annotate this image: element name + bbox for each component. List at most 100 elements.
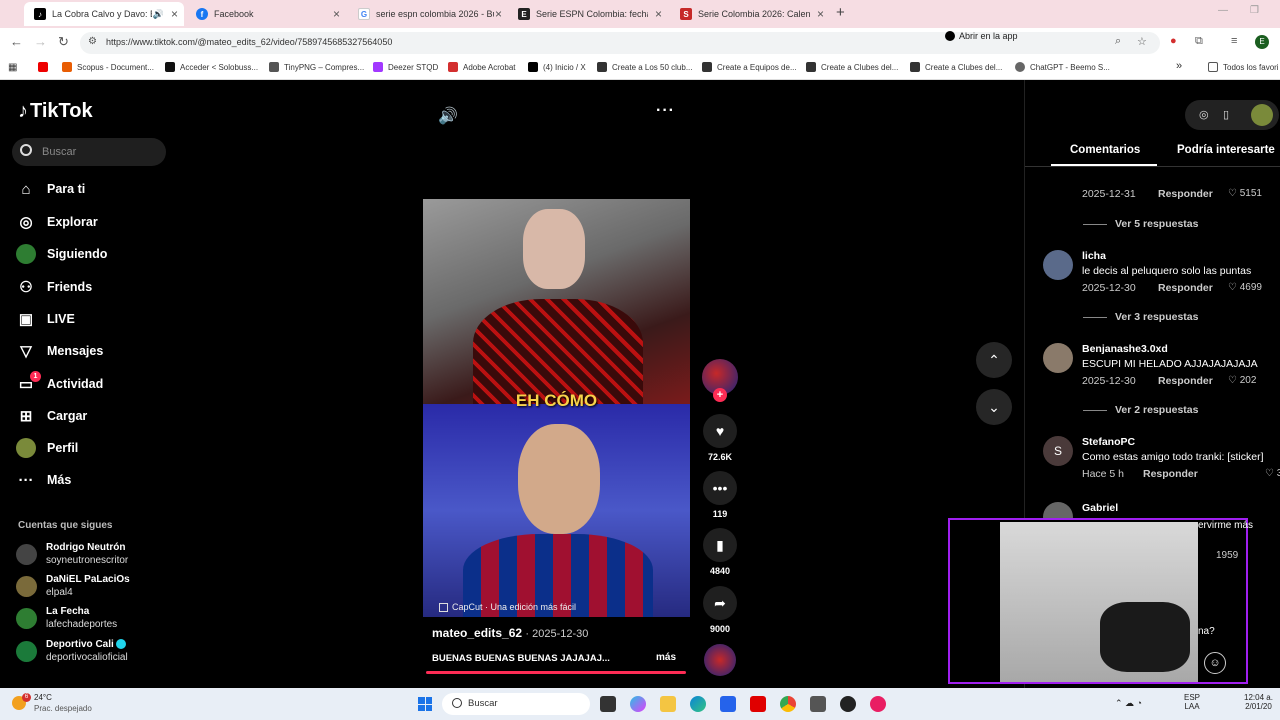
sidebar-item-perfil[interactable]: Perfil [16, 437, 166, 459]
browser-tab-google[interactable]: G serie espn colombia 2026 - Bus × [348, 2, 508, 26]
followed-account[interactable]: Deportivo Cali deportivocalioficial [16, 637, 176, 667]
edge-icon[interactable] [690, 696, 706, 712]
followed-account[interactable]: La Fecha lafechadeportes [16, 604, 176, 634]
browser-tab-calendar[interactable]: S Serie Colombia 2026: Calendar × [670, 2, 830, 26]
volume-icon[interactable]: 🔊 [438, 106, 458, 126]
apps-icon[interactable]: ▦ [8, 62, 17, 73]
bookmark-youtube[interactable] [38, 62, 53, 72]
url-text[interactable]: https://www.tiktok.com/@mateo_edits_62/v… [106, 37, 392, 47]
sidebar-item-cargar[interactable]: ⊞ Cargar [16, 405, 166, 427]
extensions-icon[interactable]: ⧉ [1195, 35, 1203, 48]
all-bookmarks[interactable]: Todos los favori [1208, 62, 1279, 72]
back-icon[interactable]: ← [10, 34, 23, 49]
speaker-icon[interactable]: 🔊 [153, 9, 164, 20]
next-video-button[interactable]: ⌄ [976, 389, 1012, 425]
tab-comentarios[interactable]: Comentarios [1070, 144, 1140, 156]
comment-likes[interactable]: ♡ 4699 [1228, 282, 1262, 293]
reply-button[interactable]: Responder [1158, 188, 1213, 200]
gamepad-icon[interactable] [810, 696, 826, 712]
webcam-overlay[interactable]: ervirme más na? 1959 ☺ [948, 518, 1253, 684]
save-button[interactable]: ▮ 4840 [700, 528, 740, 576]
site-info-icon[interactable]: ⚙ [88, 36, 97, 47]
view-replies-button[interactable]: Ver 3 respuestas [1083, 311, 1198, 323]
comment-likes[interactable]: ♡ 5151 [1228, 188, 1262, 199]
bookmark-create-1[interactable]: Create a Los 50 club... [597, 62, 693, 72]
star-icon[interactable]: ☆ [1137, 35, 1147, 48]
video-player[interactable]: EH CÓMO CapCut · Una edición más fácil [423, 199, 690, 617]
sound-avatar[interactable] [704, 644, 736, 676]
bookmarks-overflow[interactable]: » [1176, 60, 1182, 72]
avatar[interactable] [1043, 343, 1073, 373]
sidebar-item-siguiendo[interactable]: Siguiendo [16, 243, 166, 265]
bookmark-chatgpt[interactable]: ChatGPT - Beemo S... [1015, 62, 1110, 72]
media-icon[interactable]: ≡ [1231, 35, 1237, 47]
like-button[interactable]: ♥ 72.6K [700, 414, 740, 462]
sidebar-item-actividad[interactable]: ▭ 1 Actividad [16, 371, 166, 395]
view-replies-button[interactable]: Ver 5 respuestas [1083, 218, 1198, 230]
phone-icon[interactable]: ▯ [1223, 108, 1229, 121]
tiktok-logo[interactable]: ♪ TikTok [18, 100, 93, 123]
bookmark-x[interactable]: (4) Inicio / X [528, 62, 586, 72]
sidebar-item-mensajes[interactable]: ▽ Mensajes [16, 340, 166, 362]
open-in-app-button[interactable]: Abrir en la app [945, 31, 1018, 41]
sidebar-item-para-ti[interactable]: ⌂ Para ti [16, 178, 166, 200]
sidebar-item-mas[interactable]: ··· Más [16, 469, 166, 491]
language-indicator[interactable]: ESP LAA [1184, 693, 1200, 711]
browser-tab-facebook[interactable]: f Facebook × [186, 2, 346, 26]
app-icon[interactable] [840, 696, 856, 712]
more-options-icon[interactable]: ··· [656, 102, 675, 120]
more-description-button[interactable]: más [656, 652, 676, 663]
follow-plus-icon[interactable]: + [713, 388, 727, 402]
close-tab-icon[interactable]: × [171, 7, 178, 21]
followed-account[interactable]: Rodrigo Neutrón soyneutronescritor [16, 540, 176, 570]
user-avatar[interactable] [1251, 104, 1273, 126]
comment-likes[interactable]: ♡ 202 [1228, 375, 1256, 386]
store-icon[interactable] [720, 696, 736, 712]
close-tab-icon[interactable]: × [655, 7, 662, 21]
bookmark-deezer[interactable]: Deezer STQD [373, 62, 438, 72]
reply-button[interactable]: Responder [1143, 468, 1198, 480]
bookmark-scopus[interactable]: Scopus - Document... [62, 62, 154, 72]
view-replies-button[interactable]: Ver 2 respuestas [1083, 404, 1198, 416]
bookmark-acrobat[interactable]: Adobe Acrobat [448, 62, 515, 72]
close-tab-icon[interactable]: × [817, 7, 824, 21]
tab-podria-interesarte[interactable]: Podría interesarte [1177, 144, 1275, 156]
avatar[interactable]: S [1043, 436, 1073, 466]
capcut-badge[interactable]: CapCut · Una edición más fácil [439, 602, 576, 612]
red-app-icon[interactable] [870, 696, 886, 712]
avatar[interactable] [1043, 250, 1073, 280]
profile-avatar[interactable]: E [1255, 35, 1269, 49]
bookmark-create-3[interactable]: Create a Clubes del... [806, 62, 898, 72]
previous-video-button[interactable]: ⌃ [976, 342, 1012, 378]
bookmark-tinypng[interactable]: TinyPNG – Compres... [269, 62, 364, 72]
minimize-icon[interactable]: — [1218, 5, 1228, 16]
task-view-icon[interactable] [600, 696, 616, 712]
video-author[interactable]: mateo_edits_62 · 2025-12-30 [432, 626, 588, 640]
bookmark-create-2[interactable]: Create a Equipos de... [702, 62, 797, 72]
compass-icon[interactable]: ◎ [1199, 108, 1209, 121]
bookmark-solobuss[interactable]: Acceder < Solobuss... [165, 62, 258, 72]
restore-icon[interactable]: ❐ [1250, 5, 1259, 16]
sidebar-item-live[interactable]: ▣ LIVE [16, 308, 166, 330]
reply-button[interactable]: Responder [1158, 282, 1213, 294]
bookmark-create-4[interactable]: Create a Clubes del... [910, 62, 1002, 72]
taskbar-search[interactable]: Buscar [442, 693, 590, 715]
video-progress-bar[interactable] [426, 671, 686, 674]
copilot-icon[interactable] [630, 696, 646, 712]
close-tab-icon[interactable]: × [333, 7, 340, 21]
sidebar-item-explorar[interactable]: ◎ Explorar [16, 211, 166, 233]
youtube-icon[interactable] [750, 696, 766, 712]
sidebar-item-friends[interactable]: ⚇ Friends [16, 276, 166, 298]
file-explorer-icon[interactable] [660, 696, 676, 712]
tray-icons[interactable]: ⌃ ☁ ◔ [1115, 698, 1142, 709]
search-input[interactable]: Buscar [12, 138, 166, 166]
share-button[interactable]: ➦ 9000 [700, 586, 740, 634]
close-tab-icon[interactable]: × [495, 7, 502, 21]
new-tab-button[interactable]: + [836, 4, 845, 21]
reply-button[interactable]: Responder [1158, 375, 1213, 387]
reload-icon[interactable]: ↻ [58, 34, 69, 50]
clock[interactable]: 12:04 a. 2/01/20 [1244, 693, 1273, 711]
comment-likes[interactable]: ♡ 3 [1265, 468, 1280, 479]
chrome-icon[interactable] [780, 696, 796, 712]
zoom-icon[interactable]: ⌕ [1115, 35, 1121, 48]
